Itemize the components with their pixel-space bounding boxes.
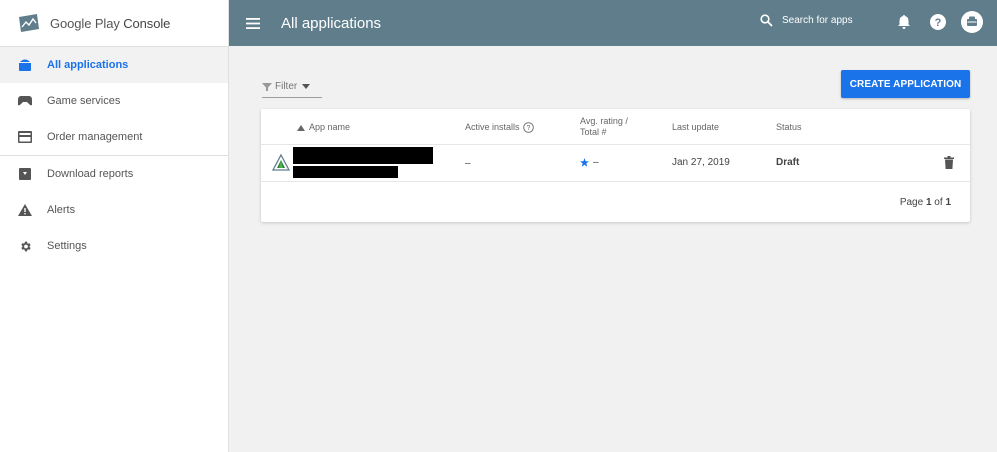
top-app-bar: All applications Search for apps ? [229, 0, 997, 46]
download-box-icon [18, 167, 32, 181]
sidebar-nav-secondary: Download reports Alerts Settings [0, 156, 228, 264]
sidebar-item-label: Download reports [47, 168, 134, 180]
table-header: App name Active installs? Avg. rating / T… [261, 109, 970, 145]
column-header-active-installs[interactable]: Active installs? [465, 122, 534, 133]
filter-label: Filter [275, 81, 298, 92]
gear-icon [18, 239, 32, 253]
filter-icon [262, 82, 272, 92]
rating-value: – [593, 157, 599, 168]
sidebar-item-label: All applications [47, 59, 129, 71]
sidebar-item-alerts[interactable]: Alerts [0, 192, 228, 228]
status-badge: Draft [776, 157, 800, 168]
column-header-app-name[interactable]: App name [309, 122, 350, 132]
search-icon [760, 14, 773, 27]
star-icon [580, 158, 589, 167]
help-circle-icon[interactable]: ? [522, 122, 534, 133]
topbar-actions: ? [881, 10, 983, 34]
sidebar-item-all-applications[interactable]: All applications [0, 47, 228, 83]
menu-icon[interactable] [246, 16, 262, 30]
sidebar-nav: All applications Game services Order man… [0, 47, 228, 155]
last-update-value: Jan 27, 2019 [672, 157, 730, 168]
column-header-label: Active installs [465, 122, 520, 132]
rating-cell: – [580, 157, 599, 168]
pagination: Page 1 of 1 [261, 182, 970, 222]
sidebar-item-order-management[interactable]: Order management [0, 119, 228, 155]
warning-icon [18, 203, 32, 217]
play-console-logo-icon [18, 14, 40, 32]
svg-text:?: ? [526, 125, 530, 132]
sidebar: Google Play Console All applications Gam… [0, 0, 229, 452]
table-row[interactable]: – – Jan 27, 2019 Draft [261, 145, 970, 182]
active-installs-value: – [465, 158, 471, 169]
search-input[interactable]: Search for apps [760, 14, 853, 27]
svg-text:?: ? [935, 17, 942, 29]
sidebar-item-label: Order management [47, 131, 143, 143]
redacted-package-name [293, 166, 398, 178]
redacted-app-name [293, 147, 433, 164]
column-header-label: Total # [580, 127, 607, 137]
search-placeholder: Search for apps [782, 15, 853, 26]
logo[interactable]: Google Play Console [0, 0, 228, 46]
trash-icon[interactable] [944, 156, 954, 172]
sidebar-item-label: Alerts [47, 204, 76, 216]
sort-up-icon[interactable] [297, 123, 305, 133]
app-icon [271, 153, 291, 175]
applications-table: App name Active installs? Avg. rating / T… [261, 109, 970, 222]
android-icon [18, 58, 32, 72]
sidebar-item-label: Settings [47, 240, 87, 252]
bell-icon[interactable] [893, 10, 915, 34]
column-header-label: Avg. rating / [580, 116, 628, 126]
sidebar-item-game-services[interactable]: Game services [0, 83, 228, 119]
caret-down-icon [302, 84, 311, 89]
column-header-last-update[interactable]: Last update [672, 122, 719, 132]
create-application-button[interactable]: CREATE APPLICATION [841, 70, 970, 98]
column-header-avg-rating[interactable]: Avg. rating / Total # [580, 116, 628, 138]
page-indicator: Page 1 of 1 [899, 197, 951, 208]
page-title: All applications [281, 14, 382, 32]
logo-text: Google Play Console [50, 15, 171, 31]
sidebar-item-settings[interactable]: Settings [0, 228, 228, 264]
credit-card-icon [18, 130, 32, 144]
column-header-status[interactable]: Status [776, 122, 802, 132]
account-icon[interactable] [961, 10, 983, 34]
help-icon[interactable]: ? [927, 10, 949, 34]
sidebar-item-download-reports[interactable]: Download reports [0, 156, 228, 192]
sidebar-item-label: Game services [47, 95, 121, 107]
gamepad-icon [18, 94, 32, 108]
filter-dropdown[interactable]: Filter [262, 76, 322, 98]
